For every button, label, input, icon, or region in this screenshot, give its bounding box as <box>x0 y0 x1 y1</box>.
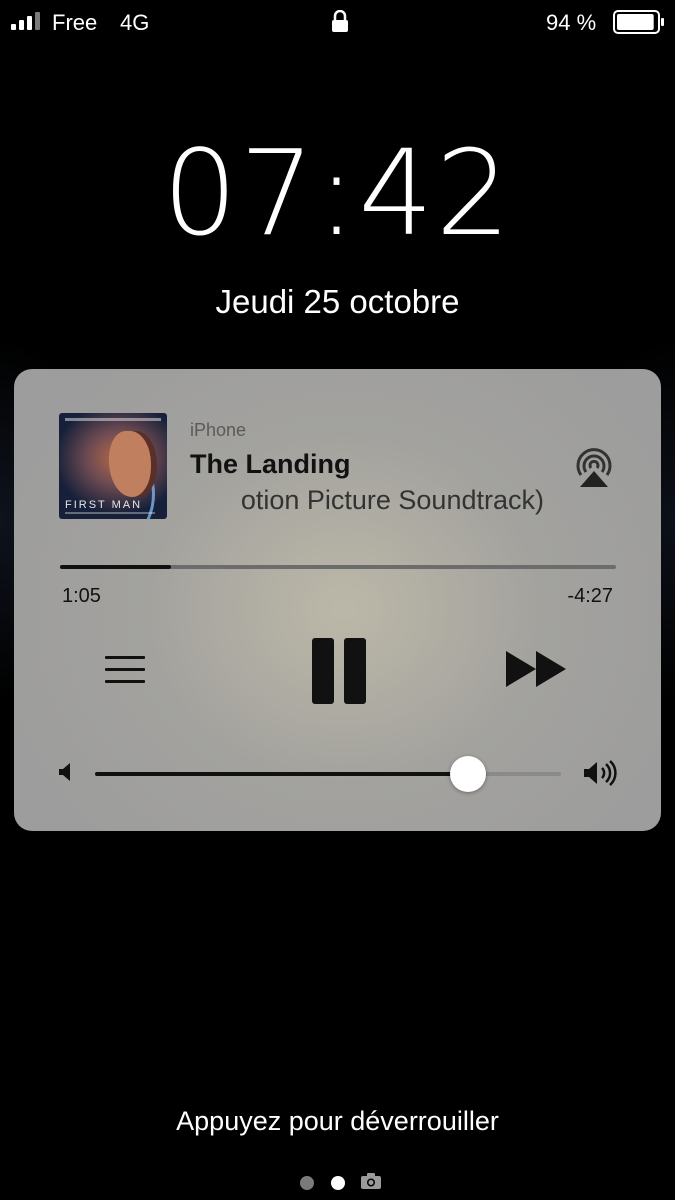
page-dot[interactable] <box>331 1176 345 1190</box>
pause-icon-bar-right <box>344 638 366 704</box>
album-art-title: FIRST MAN <box>65 499 143 511</box>
signal-bar <box>19 20 24 30</box>
remaining-time: -4:27 <box>567 585 613 607</box>
volume-slider-knob[interactable] <box>449 756 486 792</box>
padlock-icon <box>332 10 348 32</box>
playback-source: iPhone <box>190 420 247 440</box>
lock-screen-date: Jeudi 25 octobre <box>215 283 460 320</box>
signal-bar <box>27 16 32 30</box>
airplay-icon[interactable] <box>573 447 615 489</box>
pause-button[interactable] <box>312 638 366 704</box>
playback-scrubber[interactable] <box>60 565 616 569</box>
volume-level-fill <box>95 772 468 776</box>
pause-icon-bar-left <box>312 638 334 704</box>
album-art-header-line <box>65 418 161 421</box>
speaker-max-icon <box>584 760 617 786</box>
signal-bar <box>11 24 16 30</box>
carrier-name: Free <box>52 10 98 35</box>
album-artwork[interactable]: FIRST MAN <box>59 413 167 519</box>
now-playing-widget: FIRST MAN iPhone The Landing otion Pictu… <box>14 369 661 831</box>
list-icon[interactable] <box>105 656 147 686</box>
lock-screen-clock: 07:42 <box>162 124 513 262</box>
signal-bar <box>35 12 40 30</box>
track-album: otion Picture Soundtrack) <box>240 485 544 515</box>
page-indicator[interactable] <box>0 1172 675 1192</box>
signal-strength-icon <box>11 12 47 30</box>
speaker-min-icon <box>59 763 70 781</box>
album-art-credit-line <box>65 512 155 514</box>
list-icon-line <box>105 680 145 683</box>
volume-slider[interactable] <box>95 756 561 792</box>
battery-icon <box>613 10 664 34</box>
album-art-portrait <box>109 431 151 497</box>
unlock-hint[interactable]: Appuyez pour déverrouiller <box>0 1106 675 1137</box>
camera-icon[interactable] <box>360 1172 382 1190</box>
elapsed-time: 1:05 <box>62 585 101 607</box>
track-title: The Landing <box>190 449 351 479</box>
list-icon-line <box>105 656 145 659</box>
track-album-marquee: otion Picture Soundtrack) <box>169 485 564 519</box>
status-bar: Free 4G 94 % <box>0 0 675 44</box>
network-type: 4G <box>120 10 150 35</box>
fast-forward-icon[interactable] <box>506 651 568 687</box>
list-icon-line <box>105 668 145 671</box>
playback-progress-fill <box>60 565 172 569</box>
page-dot[interactable] <box>300 1176 314 1190</box>
battery-percentage: 94 % <box>546 10 597 35</box>
